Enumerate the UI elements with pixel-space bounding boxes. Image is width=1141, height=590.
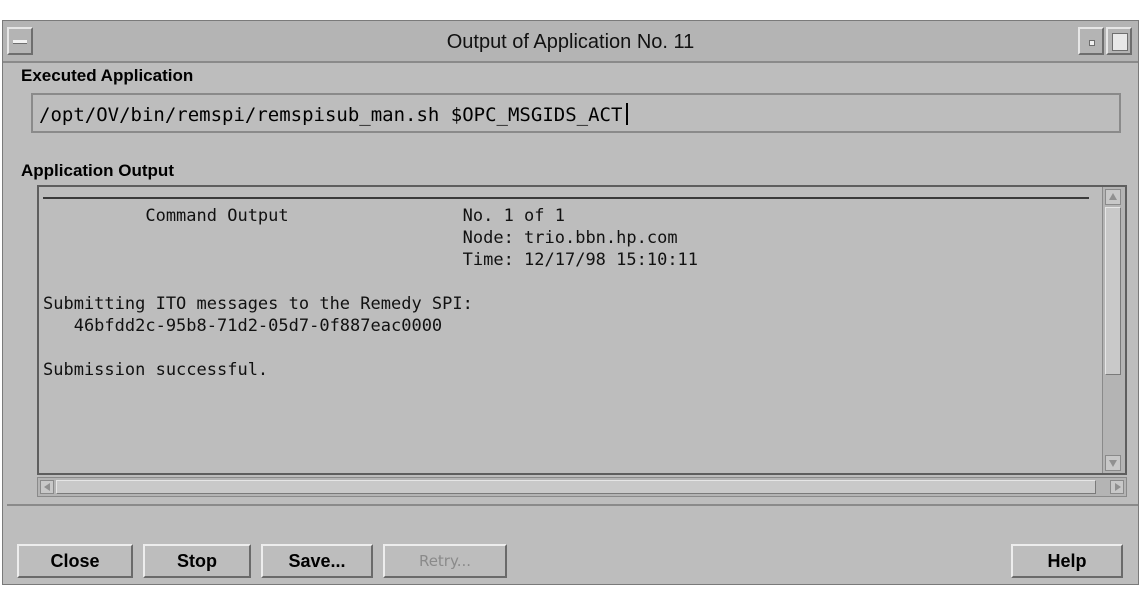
scroll-left-arrow-icon[interactable]	[40, 480, 54, 494]
vertical-scroll-thumb[interactable]	[1105, 207, 1121, 375]
scroll-down-arrow-icon[interactable]	[1105, 455, 1121, 471]
output-line: Node: trio.bbn.hp.com	[43, 228, 678, 248]
executed-command-text: /opt/OV/bin/remspi/remspisub_man.sh $OPC…	[39, 104, 623, 126]
window-title: Output of Application No. 11	[446, 31, 695, 53]
output-line: Time: 12/17/98 15:10:11	[43, 250, 699, 270]
application-output-area[interactable]: Command Output No. 1 of 1 Node: trio.bbn…	[37, 185, 1127, 475]
scroll-right-arrow-icon[interactable]	[1110, 480, 1124, 494]
output-text: Command Output No. 1 of 1 Node: trio.bbn…	[43, 195, 1093, 461]
executed-command-field[interactable]: /opt/OV/bin/remspi/remspisub_man.sh $OPC…	[31, 93, 1121, 133]
maximize-button[interactable]	[1106, 27, 1132, 55]
text-cursor-icon	[626, 103, 637, 125]
output-line: Submitting ITO messages to the Remedy SP…	[43, 294, 473, 314]
application-output-label: Application Output	[21, 161, 174, 180]
output-line: Command Output No. 1 of 1	[43, 206, 565, 226]
output-line: Submission successful.	[43, 360, 269, 380]
scroll-up-arrow-icon[interactable]	[1105, 189, 1121, 205]
executed-application-label: Executed Application	[21, 66, 194, 85]
output-line: 46bfdd2c-95b8-71d2-05d7-0f887eac0000	[43, 316, 443, 336]
minimize-button[interactable]	[1078, 27, 1104, 55]
vertical-scrollbar[interactable]	[1102, 187, 1125, 473]
stop-button[interactable]: Stop	[143, 544, 251, 578]
close-button[interactable]: Close	[17, 544, 133, 578]
horizontal-scrollbar[interactable]	[37, 477, 1127, 497]
separator-line	[43, 197, 1089, 199]
background-top	[0, 0, 1141, 20]
retry-button[interactable]: Retry...	[383, 544, 507, 578]
horizontal-scroll-thumb[interactable]	[56, 480, 1096, 494]
application-output-window: Output of Application No. 11 Executed Ap…	[2, 20, 1139, 585]
help-button[interactable]: Help	[1011, 544, 1123, 578]
title-bar[interactable]: Output of Application No. 11	[3, 21, 1138, 63]
button-bar: Close Stop Save... Retry... Help	[7, 504, 1138, 580]
save-button[interactable]: Save...	[261, 544, 373, 578]
